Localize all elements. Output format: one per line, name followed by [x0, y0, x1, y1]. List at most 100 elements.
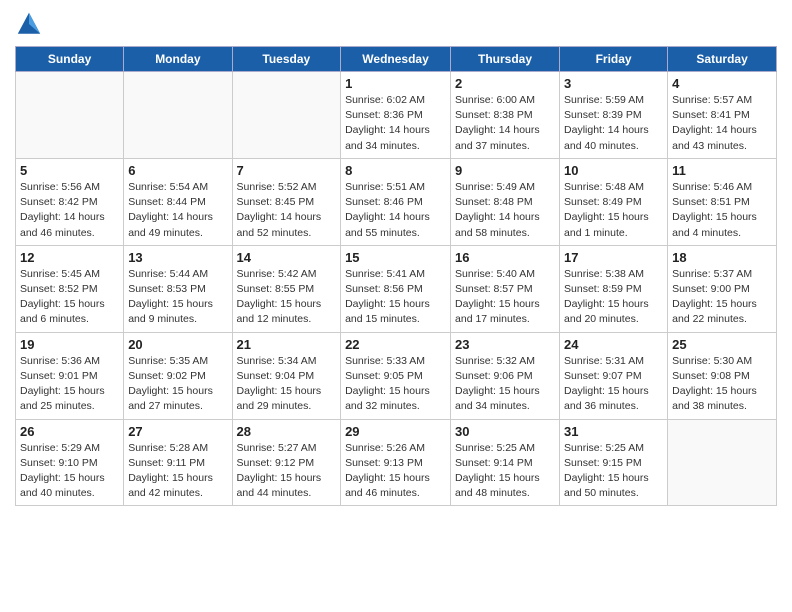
- day-number: 1: [345, 76, 446, 91]
- calendar-cell: 7 Sunrise: 5:52 AMSunset: 8:45 PMDaylight…: [232, 158, 341, 245]
- day-info: Sunrise: 5:38 AMSunset: 8:59 PMDaylight:…: [564, 267, 663, 328]
- day-number: 3: [564, 76, 663, 91]
- day-number: 9: [455, 163, 555, 178]
- day-of-week-header: Monday: [124, 47, 232, 72]
- calendar-week-row: 19 Sunrise: 5:36 AMSunset: 9:01 PMDayligh…: [16, 332, 777, 419]
- logo-icon: [15, 10, 43, 38]
- calendar-cell: 30 Sunrise: 5:25 AMSunset: 9:14 PMDayligh…: [451, 419, 560, 506]
- calendar-cell: 11Sunrise: 5:46 AMSunset: 8:51 PMDayligh…: [668, 158, 777, 245]
- day-number: 25: [672, 337, 772, 352]
- day-info: Sunrise: 5:35 AMSunset: 9:02 PMDaylight:…: [128, 354, 227, 415]
- day-info: Sunrise: 5:32 AMSunset: 9:06 PMDaylight:…: [455, 354, 555, 415]
- calendar-cell: 2Sunrise: 6:00 AMSunset: 8:38 PMDaylight…: [451, 72, 560, 159]
- calendar-week-row: 5 Sunrise: 5:56 AMSunset: 8:42 PMDaylight…: [16, 158, 777, 245]
- day-number: 24: [564, 337, 663, 352]
- day-info: Sunrise: 5:36 AMSunset: 9:01 PMDaylight:…: [20, 354, 119, 415]
- day-number: 21: [237, 337, 337, 352]
- day-number: 20: [128, 337, 227, 352]
- calendar-cell: [16, 72, 124, 159]
- day-number: 26: [20, 424, 119, 439]
- calendar-cell: 20 Sunrise: 5:35 AMSunset: 9:02 PMDayligh…: [124, 332, 232, 419]
- day-of-week-header: Sunday: [16, 47, 124, 72]
- calendar-cell: 14 Sunrise: 5:42 AMSunset: 8:55 PMDayligh…: [232, 245, 341, 332]
- day-number: 4: [672, 76, 772, 91]
- calendar-cell: 9Sunrise: 5:49 AMSunset: 8:48 PMDaylight…: [451, 158, 560, 245]
- day-of-week-header: Friday: [560, 47, 668, 72]
- day-info: Sunrise: 5:34 AMSunset: 9:04 PMDaylight:…: [237, 354, 337, 415]
- day-info: Sunrise: 5:33 AMSunset: 9:05 PMDaylight:…: [345, 354, 446, 415]
- day-info: Sunrise: 5:41 AMSunset: 8:56 PMDaylight:…: [345, 267, 446, 328]
- day-number: 2: [455, 76, 555, 91]
- day-number: 10: [564, 163, 663, 178]
- calendar-cell: 10 Sunrise: 5:48 AMSunset: 8:49 PMDayligh…: [560, 158, 668, 245]
- day-number: 12: [20, 250, 119, 265]
- calendar-cell: 13 Sunrise: 5:44 AMSunset: 8:53 PMDayligh…: [124, 245, 232, 332]
- calendar-cell: 29 Sunrise: 5:26 AMSunset: 9:13 PMDayligh…: [341, 419, 451, 506]
- days-header-row: SundayMondayTuesdayWednesdayThursdayFrid…: [16, 47, 777, 72]
- day-of-week-header: Saturday: [668, 47, 777, 72]
- calendar-cell: 22 Sunrise: 5:33 AMSunset: 9:05 PMDayligh…: [341, 332, 451, 419]
- day-number: 13: [128, 250, 227, 265]
- day-info: Sunrise: 5:54 AMSunset: 8:44 PMDaylight:…: [128, 180, 227, 241]
- calendar-table: SundayMondayTuesdayWednesdayThursdayFrid…: [15, 46, 777, 506]
- calendar-cell: 6Sunrise: 5:54 AMSunset: 8:44 PMDaylight…: [124, 158, 232, 245]
- day-number: 28: [237, 424, 337, 439]
- day-number: 19: [20, 337, 119, 352]
- day-info: Sunrise: 5:56 AMSunset: 8:42 PMDaylight:…: [20, 180, 119, 241]
- day-info: Sunrise: 5:59 AMSunset: 8:39 PMDaylight:…: [564, 93, 663, 154]
- day-info: Sunrise: 5:26 AMSunset: 9:13 PMDaylight:…: [345, 441, 446, 502]
- day-info: Sunrise: 5:51 AMSunset: 8:46 PMDaylight:…: [345, 180, 446, 241]
- day-info: Sunrise: 5:30 AMSunset: 9:08 PMDaylight:…: [672, 354, 772, 415]
- day-number: 27: [128, 424, 227, 439]
- calendar-cell: 8 Sunrise: 5:51 AMSunset: 8:46 PMDaylight…: [341, 158, 451, 245]
- calendar-cell: [232, 72, 341, 159]
- day-info: Sunrise: 5:37 AMSunset: 9:00 PMDaylight:…: [672, 267, 772, 328]
- calendar-cell: 26 Sunrise: 5:29 AMSunset: 9:10 PMDayligh…: [16, 419, 124, 506]
- day-of-week-header: Tuesday: [232, 47, 341, 72]
- day-number: 15: [345, 250, 446, 265]
- calendar-cell: 24 Sunrise: 5:31 AMSunset: 9:07 PMDayligh…: [560, 332, 668, 419]
- calendar-cell: 25 Sunrise: 5:30 AMSunset: 9:08 PMDayligh…: [668, 332, 777, 419]
- day-info: Sunrise: 5:25 AMSunset: 9:14 PMDaylight:…: [455, 441, 555, 502]
- day-number: 7: [237, 163, 337, 178]
- calendar-cell: 4 Sunrise: 5:57 AMSunset: 8:41 PMDaylight…: [668, 72, 777, 159]
- day-info: Sunrise: 5:29 AMSunset: 9:10 PMDaylight:…: [20, 441, 119, 502]
- header: [15, 10, 777, 38]
- calendar-cell: [124, 72, 232, 159]
- calendar-cell: 1 Sunrise: 6:02 AMSunset: 8:36 PMDaylight…: [341, 72, 451, 159]
- day-number: 5: [20, 163, 119, 178]
- calendar-week-row: 26 Sunrise: 5:29 AMSunset: 9:10 PMDayligh…: [16, 419, 777, 506]
- calendar-week-row: 12 Sunrise: 5:45 AMSunset: 8:52 PMDayligh…: [16, 245, 777, 332]
- day-number: 29: [345, 424, 446, 439]
- calendar-cell: 19 Sunrise: 5:36 AMSunset: 9:01 PMDayligh…: [16, 332, 124, 419]
- day-of-week-header: Thursday: [451, 47, 560, 72]
- day-info: Sunrise: 6:02 AMSunset: 8:36 PMDaylight:…: [345, 93, 446, 154]
- calendar-cell: 28 Sunrise: 5:27 AMSunset: 9:12 PMDayligh…: [232, 419, 341, 506]
- day-number: 14: [237, 250, 337, 265]
- day-of-week-header: Wednesday: [341, 47, 451, 72]
- calendar-cell: 5 Sunrise: 5:56 AMSunset: 8:42 PMDaylight…: [16, 158, 124, 245]
- day-info: Sunrise: 5:31 AMSunset: 9:07 PMDaylight:…: [564, 354, 663, 415]
- day-number: 8: [345, 163, 446, 178]
- calendar-cell: 31 Sunrise: 5:25 AMSunset: 9:15 PMDayligh…: [560, 419, 668, 506]
- day-number: 30: [455, 424, 555, 439]
- calendar-cell: 21 Sunrise: 5:34 AMSunset: 9:04 PMDayligh…: [232, 332, 341, 419]
- day-info: Sunrise: 5:44 AMSunset: 8:53 PMDaylight:…: [128, 267, 227, 328]
- calendar-cell: 12 Sunrise: 5:45 AMSunset: 8:52 PMDayligh…: [16, 245, 124, 332]
- page: SundayMondayTuesdayWednesdayThursdayFrid…: [0, 0, 792, 516]
- day-number: 16: [455, 250, 555, 265]
- day-info: Sunrise: 5:25 AMSunset: 9:15 PMDaylight:…: [564, 441, 663, 502]
- day-number: 22: [345, 337, 446, 352]
- day-info: Sunrise: 5:52 AMSunset: 8:45 PMDaylight:…: [237, 180, 337, 241]
- day-info: Sunrise: 5:42 AMSunset: 8:55 PMDaylight:…: [237, 267, 337, 328]
- day-info: Sunrise: 5:57 AMSunset: 8:41 PMDaylight:…: [672, 93, 772, 154]
- logo: [15, 10, 45, 38]
- calendar-cell: [668, 419, 777, 506]
- day-info: Sunrise: 5:27 AMSunset: 9:12 PMDaylight:…: [237, 441, 337, 502]
- day-info: Sunrise: 5:46 AMSunset: 8:51 PMDaylight:…: [672, 180, 772, 241]
- calendar-cell: 18Sunrise: 5:37 AMSunset: 9:00 PMDayligh…: [668, 245, 777, 332]
- day-number: 23: [455, 337, 555, 352]
- day-info: Sunrise: 5:48 AMSunset: 8:49 PMDaylight:…: [564, 180, 663, 241]
- day-number: 31: [564, 424, 663, 439]
- day-info: Sunrise: 5:45 AMSunset: 8:52 PMDaylight:…: [20, 267, 119, 328]
